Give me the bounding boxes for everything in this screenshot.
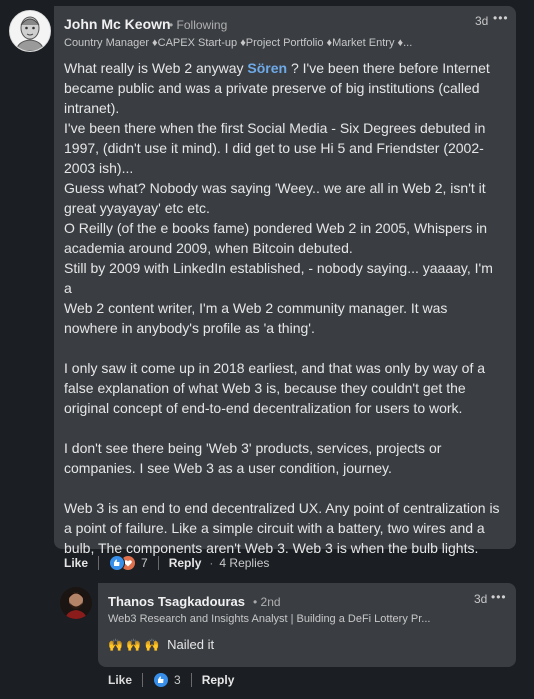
action-divider — [98, 556, 100, 570]
reply-author-name[interactable]: Thanos Tsagkadouras — [108, 594, 245, 609]
reply-reactions-summary[interactable]: 3 — [153, 672, 181, 688]
reply-author-avatar[interactable] — [60, 587, 92, 619]
separator-dot: • — [169, 18, 174, 32]
action-divider — [157, 556, 159, 570]
author-headline: Country Manager ♦CAPEX Start-up ♦Project… — [64, 37, 413, 49]
comment-text-start: What really is Web 2 anyway — [64, 60, 248, 76]
avatar-portrait-image — [10, 11, 50, 51]
reply-body: 🙌 🙌 🙌 Nailed it — [108, 637, 214, 652]
reply-like-button[interactable]: Like — [108, 673, 132, 687]
reply-more-options-icon[interactable]: ••• — [491, 590, 507, 604]
reply-reply-button[interactable]: Reply — [202, 673, 235, 687]
like-reaction-icon — [153, 672, 170, 688]
degree-text: 2nd — [260, 595, 281, 609]
reply-button[interactable]: Reply — [169, 556, 202, 570]
action-divider — [190, 673, 192, 687]
reply-avatar-image — [60, 587, 92, 619]
follow-status-text[interactable]: Following — [177, 18, 228, 32]
separator-dot: • — [253, 595, 258, 609]
connection-degree: • 2nd — [253, 595, 281, 609]
action-divider — [142, 673, 144, 687]
reactions-summary[interactable]: 7 — [109, 555, 148, 571]
mention-link[interactable]: Sören — [247, 60, 287, 76]
more-options-icon[interactable]: ••• — [493, 11, 509, 25]
comment-actions: Like 7 Reply · 4 Replies — [64, 555, 269, 571]
reaction-count: 7 — [141, 556, 148, 570]
author-avatar[interactable] — [9, 10, 51, 52]
comment-author-name[interactable]: John Mc Keown — [64, 16, 171, 32]
reply-actions: Like 3 Reply — [108, 672, 234, 688]
reply-reaction-count: 3 — [174, 673, 181, 687]
follow-status[interactable]: • Following — [169, 18, 227, 32]
like-button[interactable]: Like — [64, 556, 88, 570]
comment-timestamp: 3d — [475, 14, 489, 28]
reply-timestamp: 3d — [474, 592, 488, 606]
raised-hands-emoji: 🙌 🙌 🙌 — [108, 638, 160, 652]
replies-count-link[interactable]: 4 Replies — [219, 556, 269, 570]
comment-text-rest: ? I've been there before Internet became… — [64, 60, 500, 556]
reply-text: Nailed it — [167, 637, 215, 652]
author-name-text[interactable]: John Mc Keown — [64, 16, 171, 32]
separator-dot: · — [209, 556, 214, 570]
comment-body: What really is Web 2 anyway Sören ? I've… — [64, 58, 504, 558]
like-reaction-icon — [109, 555, 126, 571]
reply-author-headline: Web3 Research and Insights Analyst | Bui… — [108, 613, 431, 625]
